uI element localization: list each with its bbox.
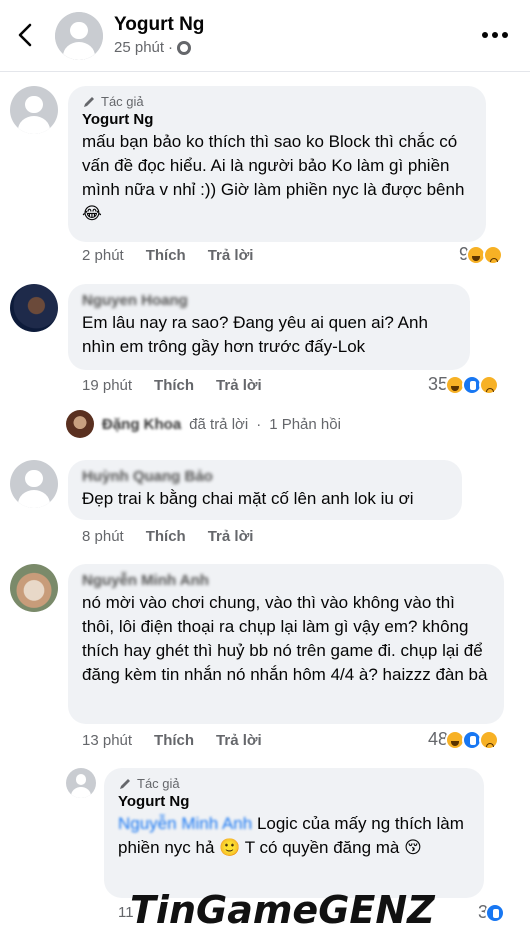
commenter-avatar[interactable] [10,86,58,134]
author-tag-label: Tác giả [137,776,180,791]
reply-button[interactable]: Trả lời [216,377,262,394]
comment-actions: 13 phút Thích Trả lời [82,732,262,749]
comment-time: 2 phút [82,247,124,264]
reaction-summary[interactable]: 48 [428,729,500,750]
commenter-avatar[interactable] [10,564,58,612]
post-time: 25 phút [114,39,165,56]
sad-icon [479,374,500,395]
reply-button[interactable]: Trả lời [216,732,262,749]
comment-actions: 19 phút Thích Trả lời [82,377,262,394]
replier-name: Đặng Khoa [102,415,182,433]
comment-author-name[interactable]: Yogurt Ng [118,793,470,810]
comment-text: Đẹp trai k bằng chai mặt cố lên anh lok … [82,489,414,508]
comment-author-name[interactable]: Yogurt Ng [82,111,472,128]
commenter-avatar[interactable] [66,768,96,798]
comment-author-name[interactable]: Nguyen Hoang [82,292,456,309]
more-options-icon[interactable] [482,32,508,38]
mention-link[interactable]: Nguyễn Minh Anh [118,814,252,833]
pen-icon [84,96,94,107]
comment-time: 19 phút [82,377,133,394]
post-meta: 25 phút · [114,39,192,56]
meta-separator: · [168,39,174,56]
reaction-summary[interactable]: 35 [428,374,500,395]
watermark-logo: TinGameGENZ [130,888,435,932]
author-name[interactable]: Yogurt Ng [114,14,204,36]
globe-icon [177,40,192,55]
replied-label: đã trả lời [189,415,249,433]
replier-avatar [66,410,94,438]
like-button[interactable]: Thích [154,732,194,749]
like-icon [485,902,506,923]
comment-actions: 8 phút Thích Trả lời [82,528,253,545]
reaction-summary[interactable]: 3 [478,902,506,923]
comment-bubble: Tác giả Yogurt Ng mấu bạn bảo ko thích t… [68,86,486,242]
author-tag: Tác giả [82,94,472,109]
reaction-summary[interactable]: 9 [459,244,504,265]
like-button[interactable]: Thích [154,377,194,394]
replies-link[interactable]: Đặng Khoa đã trả lời · 1 Phản hồi [66,410,341,438]
comment-text: Nguyễn Minh Anh Logic của mấy ng thích l… [118,812,470,860]
sad-icon [479,729,500,750]
commenter-avatar[interactable] [10,284,58,332]
comment-text: nó mời vào chơi chung, vào thì vào không… [82,593,488,684]
comment-text: Em lâu nay ra sao? Đang yêu ai quen ai? … [82,313,428,356]
comment-time: 8 phút [82,528,124,545]
replies-count: 1 Phản hồi [269,415,341,433]
author-tag: Tác giả [118,776,470,791]
author-avatar[interactable] [55,12,103,60]
comment-time: 13 phút [82,732,133,749]
comment-text: mấu bạn bảo ko thích thì sao ko Block th… [82,132,465,223]
comment-bubble: Nguyễn Minh Anh nó mời vào chơi chung, v… [68,564,504,724]
comment-author-name[interactable]: Nguyễn Minh Anh [82,572,490,589]
pen-icon [120,778,130,789]
author-tag-label: Tác giả [101,94,144,109]
comment-bubble: Tác giả Yogurt Ng Nguyễn Minh Anh Logic … [104,768,484,898]
sad-icon [483,244,504,265]
post-header: Yogurt Ng 25 phút · [0,0,530,72]
like-button[interactable]: Thích [146,528,186,545]
comment-actions: 2 phút Thích Trả lời [82,247,253,264]
back-arrow-icon[interactable] [12,20,40,50]
replies-separator: · [256,415,262,433]
like-button[interactable]: Thích [146,247,186,264]
reply-button[interactable]: Trả lời [208,528,254,545]
comment-bubble: Huỳnh Quang Bảo Đẹp trai k bằng chai mặt… [68,460,462,520]
comment-bubble: Nguyen Hoang Em lâu nay ra sao? Đang yêu… [68,284,470,370]
comment-author-name[interactable]: Huỳnh Quang Bảo [82,468,448,485]
commenter-avatar[interactable] [10,460,58,508]
reply-button[interactable]: Trả lời [208,247,254,264]
